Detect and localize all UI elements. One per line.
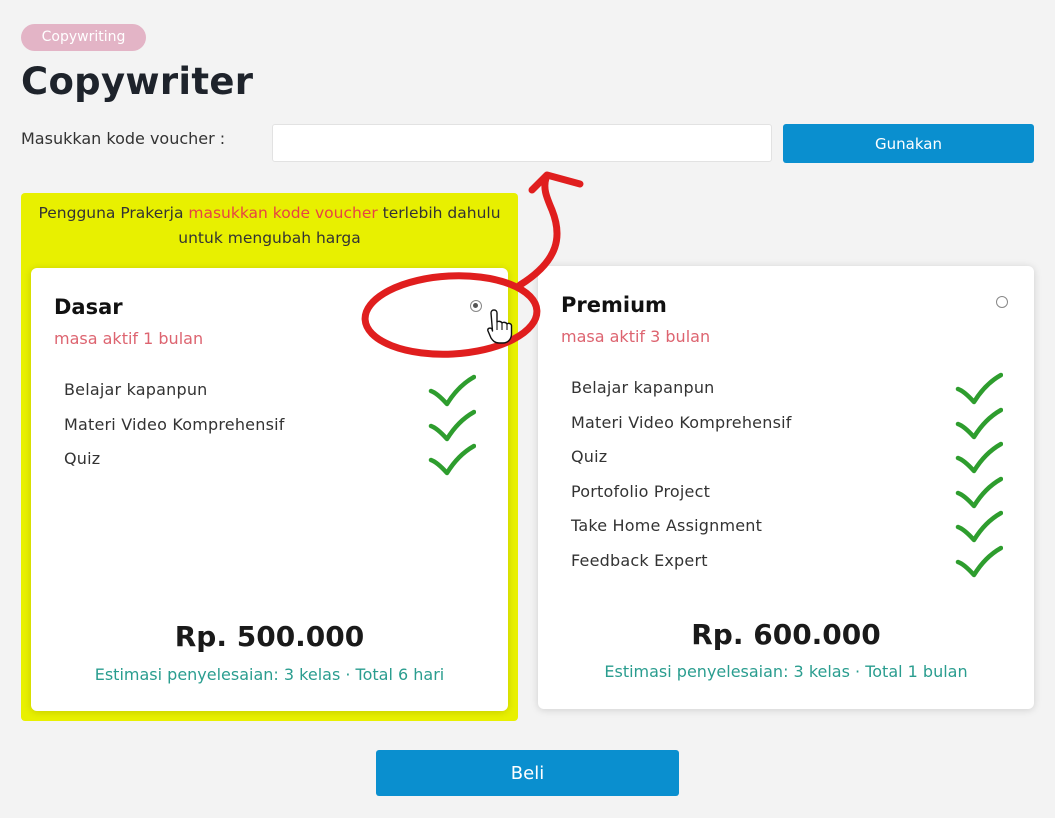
notice-text-start: Pengguna Prakerja <box>38 204 189 222</box>
buy-button[interactable]: Beli <box>376 750 679 796</box>
voucher-label: Masukkan kode voucher : <box>21 129 226 148</box>
plan-estimate: Estimasi penyelesaian: 3 kelas · Total 1… <box>604 662 968 681</box>
feature-label: Quiz <box>571 447 608 467</box>
plan-price: Rp. 600.000 <box>691 618 881 651</box>
feature-label: Take Home Assignment <box>571 516 763 536</box>
plan-radio-premium[interactable] <box>996 296 1008 308</box>
plan-price: Rp. 500.000 <box>174 620 365 653</box>
check-icon <box>955 476 1003 509</box>
plan-estimate: Estimasi penyelesaian: 3 kelas · Total 6… <box>94 665 445 684</box>
plan-card-premium[interactable]: Premium masa aktif 3 bulan Belajar kapan… <box>538 266 1034 709</box>
feature-label: Belajar kapanpun <box>571 378 715 397</box>
feature-label: Portofolio Project <box>571 481 711 501</box>
feature-label: Belajar kapanpun <box>64 380 208 399</box>
plan-card-dasar[interactable]: Dasar masa aktif 1 bulan Belajar kapanpu… <box>31 268 508 711</box>
category-badge[interactable]: Copywriting <box>21 24 146 51</box>
check-icon <box>955 372 1003 405</box>
feature-label: Quiz <box>64 449 101 469</box>
check-icon <box>428 443 476 476</box>
check-icon <box>955 511 1003 543</box>
plan-duration: masa aktif 3 bulan <box>561 327 711 346</box>
check-icon <box>428 409 476 441</box>
voucher-input[interactable] <box>272 124 772 162</box>
apply-voucher-button[interactable]: Gunakan <box>783 124 1034 163</box>
prakerja-notice: Pengguna Prakerja masukkan kode voucher … <box>21 201 518 251</box>
notice-highlight: masukkan kode voucher <box>188 204 378 222</box>
plan-radio-dasar[interactable] <box>470 300 482 312</box>
check-icon <box>955 545 1003 578</box>
feature-label: Materi Video Komprehensif <box>64 414 285 434</box>
check-icon <box>428 374 476 407</box>
check-icon <box>955 441 1003 474</box>
page-title: Copywriter <box>21 60 254 103</box>
plan-duration: masa aktif 1 bulan <box>54 329 204 348</box>
plan-name: Premium <box>561 293 667 317</box>
feature-label: Feedback Expert <box>571 550 708 570</box>
check-icon <box>955 407 1003 439</box>
feature-label: Materi Video Komprehensif <box>571 412 792 432</box>
plan-name: Dasar <box>54 295 123 319</box>
